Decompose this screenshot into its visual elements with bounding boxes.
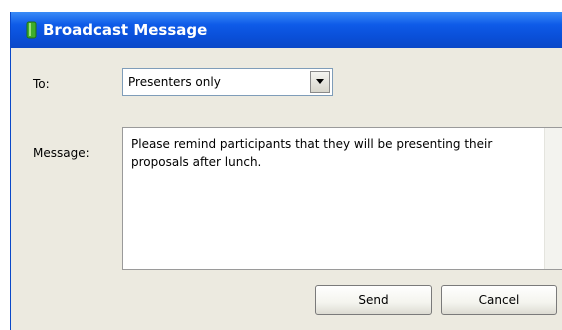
dropdown-button[interactable] bbox=[310, 71, 330, 93]
title-bar[interactable]: Broadcast Message bbox=[11, 12, 562, 48]
dialog-title: Broadcast Message bbox=[43, 21, 208, 39]
broadcast-message-dialog: Broadcast Message To: Presenters only Me… bbox=[10, 12, 562, 330]
send-button[interactable]: Send bbox=[315, 285, 432, 315]
recipients-select-value: Presenters only bbox=[128, 75, 221, 89]
message-label: Message: bbox=[33, 146, 90, 160]
message-scrollbar[interactable] bbox=[544, 128, 562, 269]
to-label: To: bbox=[33, 77, 50, 91]
app-icon bbox=[25, 20, 39, 40]
recipients-select[interactable]: Presenters only bbox=[122, 68, 333, 96]
message-textarea[interactable]: Please remind participants that they wil… bbox=[122, 127, 562, 270]
chevron-down-icon bbox=[316, 79, 324, 84]
cancel-button[interactable]: Cancel bbox=[441, 285, 557, 315]
message-text: Please remind participants that they wil… bbox=[131, 137, 493, 169]
